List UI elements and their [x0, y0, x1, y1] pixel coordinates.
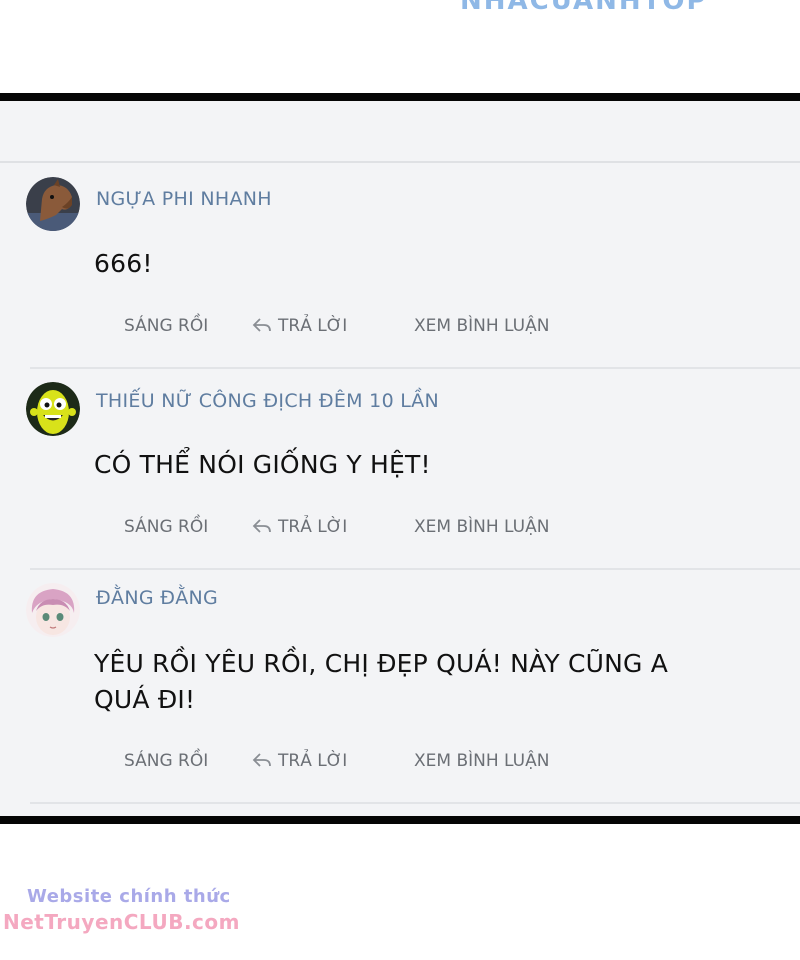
comment-username[interactable]: NGỰA PHI NHANH: [96, 188, 272, 210]
reply-label: TRẢ LỜI: [278, 517, 348, 537]
view-comments-button[interactable]: XEM BÌNH LUẬN: [414, 517, 549, 537]
reply-icon: [252, 317, 272, 338]
comment-text: 666!: [94, 249, 153, 278]
comment-username[interactable]: ĐẰNG ĐẰNG: [96, 587, 218, 609]
reply-button[interactable]: TRẢ LỜI: [252, 517, 347, 539]
footer-website-link[interactable]: NetTruyenCLUB.com: [3, 910, 240, 934]
anime-girl-avatar-icon[interactable]: [26, 583, 80, 637]
reply-button[interactable]: TRẢ LỜI: [252, 751, 347, 773]
yellow-creature-avatar-icon[interactable]: [26, 382, 80, 436]
comment-text: YÊU RỒI YÊU RỒI, CHỊ ĐẸP QUÁ! NÀY CŨNG A…: [94, 649, 669, 714]
reply-label: TRẢ LỜI: [278, 751, 348, 771]
panel-header: [0, 101, 800, 163]
top-watermark: NHACUANHTOP: [460, 0, 708, 16]
comment-divider: [30, 802, 800, 804]
footer-website-label: Website chính thức: [27, 886, 231, 907]
reply-icon: [252, 518, 272, 539]
comment-divider: [30, 367, 800, 369]
page: NHACUANHTOP NGỰA PHI NHANH 666! SÁNG RỒI…: [0, 0, 800, 960]
reply-label: TRẢ LỜI: [278, 316, 348, 336]
view-comments-button[interactable]: XEM BÌNH LUẬN: [414, 751, 549, 771]
comment-time: SÁNG RỒI: [124, 517, 209, 537]
comment-time: SÁNG RỒI: [124, 316, 209, 336]
horse-avatar-icon[interactable]: [26, 177, 80, 231]
view-comments-button[interactable]: XEM BÌNH LUẬN: [414, 316, 549, 336]
comment-time: SÁNG RỒI: [124, 751, 209, 771]
comment-text: CÓ THỂ NÓI GIỐNG Y HỆT!: [94, 450, 431, 479]
comment-username[interactable]: THIẾU NỮ CÔNG ĐỊCH ĐÊM 10 LẦN: [96, 390, 439, 412]
comment-divider: [30, 568, 800, 570]
reply-button[interactable]: TRẢ LỜI: [252, 316, 347, 338]
reply-icon: [252, 752, 272, 773]
